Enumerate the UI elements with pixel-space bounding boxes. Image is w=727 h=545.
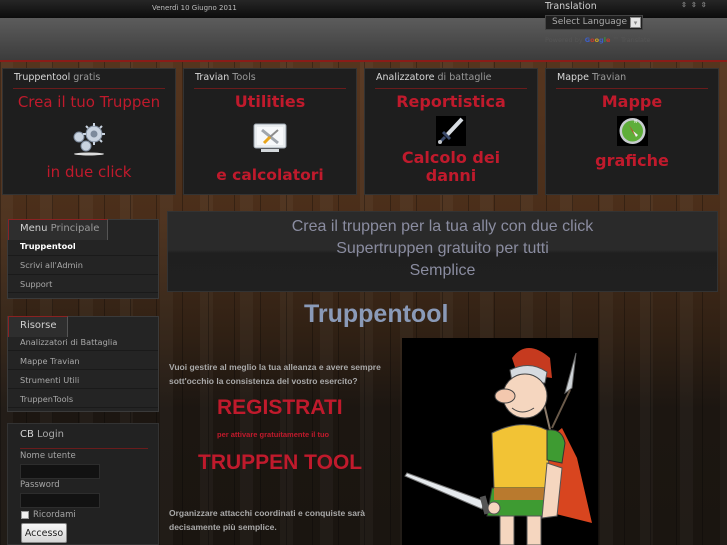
box-line3[interactable]: danni (365, 166, 537, 185)
menu-principale: Menu Principale Truppentool Scrivi all'A… (7, 219, 159, 299)
menu-item-truppentool[interactable]: Truppentool (20, 241, 76, 251)
roman-legionary-image (402, 338, 598, 545)
login-title: CB Login (20, 429, 65, 440)
password-input[interactable] (20, 493, 100, 508)
language-select-label: Select Language (552, 17, 628, 27)
divider (8, 388, 158, 389)
box-title: Mappe Travian (557, 72, 627, 83)
intro-text: Vuoi gestire al meglio la tua alleanza e… (169, 362, 381, 386)
translation-title: Translation (545, 1, 597, 12)
sword-icon[interactable] (436, 116, 466, 150)
menu-item-support[interactable]: Support (20, 279, 52, 289)
box-line1[interactable]: Utilities (184, 92, 356, 111)
font-size-icon[interactable]: ⇳ (701, 1, 711, 9)
box-line1[interactable]: Crea il tuo Truppen (3, 93, 175, 111)
dropdown-icon[interactable]: ▾ (630, 17, 641, 28)
svg-text:N: N (634, 119, 637, 124)
slogan-banner: Crea il truppen per la tua ally con due … (167, 211, 718, 292)
box-line1[interactable]: Mappe (546, 92, 718, 111)
risorse-item-mappe[interactable]: Mappe Travian (20, 356, 80, 366)
font-size-icon[interactable]: ⇳ (691, 1, 701, 9)
divider (556, 88, 708, 89)
banner-line: Supertruppen gratuito per tutti (336, 240, 549, 257)
box-line2[interactable]: Calcolo dei (365, 148, 537, 167)
translate-link[interactable]: ™ Translate (612, 36, 650, 44)
risorse-item-truppentools[interactable]: TruppenTools (20, 394, 73, 404)
page-title: Truppentool (304, 300, 449, 328)
box-line2[interactable]: in due click (3, 163, 175, 181)
divider (8, 292, 158, 293)
outro-text: Organizzare attacchi coordinati e conqui… (169, 508, 366, 532)
powered-by-text: Powered by (545, 36, 583, 44)
box-title: Analizzatore di battaglie (376, 72, 492, 83)
divider (20, 448, 148, 449)
box-analizzatore[interactable]: Analizzatore di battaglie Reportistica C… (364, 68, 538, 195)
box-title: Truppentool gratis (14, 72, 101, 83)
powered-by-google: Powered by Google ™ Translate (545, 36, 651, 44)
divider (8, 369, 158, 370)
font-size-controls[interactable]: ⇳⇳⇳ (681, 2, 711, 9)
tools-icon[interactable] (253, 123, 287, 159)
remember-label: Ricordami (33, 510, 76, 520)
box-mappe[interactable]: Mappe Travian Mappe N grafiche (545, 68, 719, 195)
box-title: Travian Tools (195, 72, 256, 83)
divider (8, 407, 158, 408)
username-input[interactable] (20, 464, 100, 479)
google-logo-letter: e (605, 36, 611, 44)
truppen-tool-link[interactable]: TRUPPEN TOOL (198, 451, 362, 475)
username-label: Nome utente (20, 451, 76, 461)
risorse-item-strumenti[interactable]: Strumenti Utili (20, 375, 79, 385)
compass-icon[interactable]: N (617, 116, 648, 150)
language-select[interactable]: Select Language ▾ (545, 15, 643, 30)
banner-line: Semplice (409, 262, 476, 279)
box-line1[interactable]: Reportistica (365, 92, 537, 111)
divider (375, 88, 527, 89)
risorse-item-analizzatori[interactable]: Analizzatori di Battaglia (20, 337, 117, 347)
current-date: Venerdì 10 Giugno 2011 (152, 4, 237, 12)
box-truppentool[interactable]: Truppentool gratis Crea il tuo Truppen i… (2, 68, 176, 195)
register-link[interactable]: REGISTRATI (217, 396, 343, 420)
box-line2[interactable]: grafiche (546, 151, 718, 170)
gears-icon[interactable] (71, 122, 107, 160)
menu-item-scrivi-admin[interactable]: Scrivi all'Admin (20, 260, 83, 270)
divider (8, 255, 158, 256)
risorse-module: Risorse Analizzatori di Battaglia Mappe … (7, 316, 159, 412)
divider (8, 350, 158, 351)
divider (194, 88, 346, 89)
divider (13, 88, 165, 89)
banner-line: Crea il truppen per la tua ally con due … (291, 218, 594, 235)
module-title: Menu Principale (8, 219, 108, 240)
box-travian-tools[interactable]: Travian Tools Utilities e calcolatori (183, 68, 357, 195)
box-line2[interactable]: e calcolatori (184, 166, 356, 184)
header-divider (0, 60, 727, 62)
module-title: Risorse (8, 316, 68, 337)
login-module: CB Login Nome utente Password Ricordami … (7, 423, 159, 545)
divider (8, 274, 158, 275)
login-button[interactable]: Accesso (21, 523, 67, 543)
remember-checkbox[interactable] (21, 511, 29, 519)
register-subtext: per attivare gratuitamente il tuo (217, 430, 330, 439)
font-size-icon[interactable]: ⇳ (681, 1, 691, 9)
password-label: Password (20, 480, 60, 490)
